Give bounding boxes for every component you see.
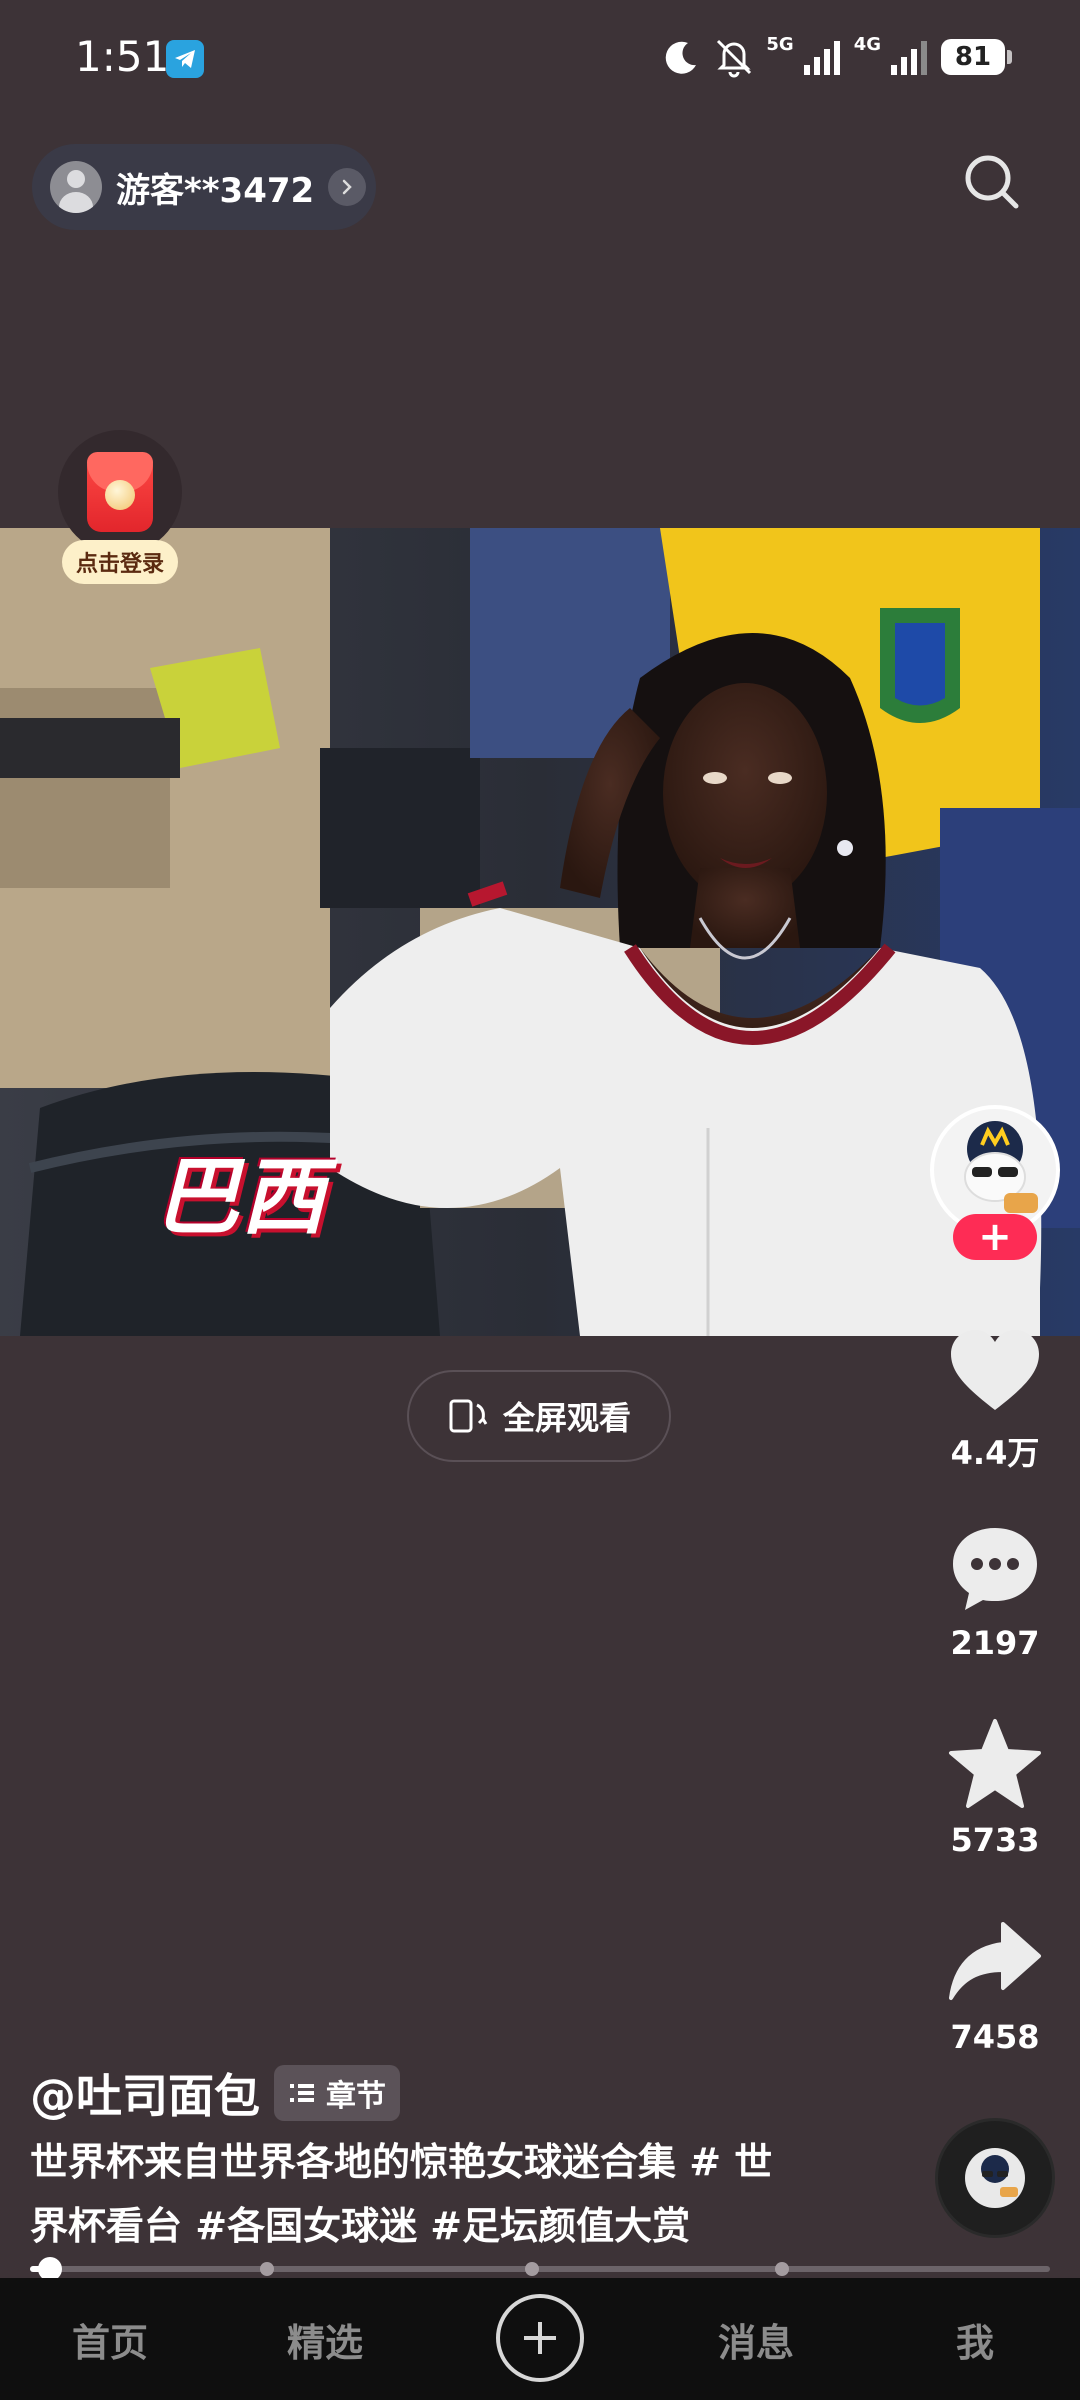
video-progress-bar[interactable] — [30, 2257, 1050, 2281]
author-name[interactable]: @吐司面包 — [30, 2060, 260, 2126]
coin-icon — [105, 480, 135, 510]
star-icon — [949, 1719, 1041, 1808]
status-icons: 5G 4G 81 — [662, 32, 1012, 82]
status-bar: 1:51 5G 4G 81 — [0, 0, 1080, 120]
music-disc[interactable] — [935, 2118, 1055, 2238]
guest-avatar — [50, 161, 102, 213]
create-button[interactable] — [496, 2294, 584, 2382]
mute-bell-icon — [717, 39, 752, 78]
chapter-marker — [525, 2262, 539, 2276]
search-icon[interactable] — [960, 150, 1024, 214]
login-prompt-label[interactable]: 点击登录 — [62, 540, 178, 584]
status-time: 1:51 — [75, 32, 170, 81]
favorite-count: 5733 — [950, 1821, 1040, 1859]
nav-messages[interactable]: 消息 — [686, 2278, 826, 2400]
fullscreen-label: 全屏观看 — [502, 1399, 631, 1437]
plus-icon — [524, 2322, 556, 2354]
fullscreen-button[interactable]: 全屏观看 — [407, 1370, 671, 1462]
comment-count: 2197 — [950, 1624, 1040, 1662]
comment-icon — [953, 1528, 1037, 1610]
moon-icon — [666, 41, 697, 74]
chapter-label: 章节 — [326, 2079, 386, 2114]
author-line: @吐司面包 章节 — [30, 2060, 400, 2126]
guest-account-button[interactable]: 游客**3472 — [32, 144, 376, 230]
list-icon — [290, 2084, 314, 2102]
telegram-icon — [166, 40, 204, 78]
video-caption: 巴西 — [155, 1148, 328, 1246]
nav-me[interactable]: 我 — [905, 2278, 1045, 2400]
follow-button[interactable]: + — [953, 1214, 1037, 1260]
chapter-button[interactable]: 章节 — [274, 2065, 400, 2121]
guest-name: 游客**3472 — [116, 170, 315, 211]
rotate-screen-icon — [449, 1399, 488, 1433]
like-count: 4.4万 — [950, 1434, 1040, 1472]
battery-indicator: 81 — [941, 39, 1012, 75]
heart-icon — [951, 1330, 1039, 1410]
nav-home[interactable]: 首页 — [40, 2278, 180, 2400]
share-button[interactable]: 7458 — [920, 1912, 1070, 2056]
share-arrow-icon — [949, 1922, 1041, 2000]
network-5g-label: 5G — [766, 34, 794, 55]
share-count: 7458 — [950, 2018, 1040, 2056]
comment-button[interactable]: 2197 — [920, 1518, 1070, 1662]
chapter-marker — [260, 2262, 274, 2276]
network-4g-label: 4G — [853, 34, 881, 55]
bottom-nav: 首页 精选 消息 我 — [0, 2278, 1080, 2400]
signal-icon — [803, 41, 840, 75]
signal-icon-2 — [891, 41, 927, 75]
nav-featured[interactable]: 精选 — [255, 2278, 395, 2400]
chevron-right-icon — [328, 168, 367, 206]
chapter-marker — [775, 2262, 789, 2276]
like-button[interactable]: 4.4万 — [920, 1322, 1070, 1474]
post-description[interactable]: 世界杯来自世界各地的惊艳女球迷合集 # 世界杯看台 #各国女球迷 #足坛颜值大赏 — [30, 2130, 810, 2258]
favorite-button[interactable]: 5733 — [920, 1715, 1070, 1859]
